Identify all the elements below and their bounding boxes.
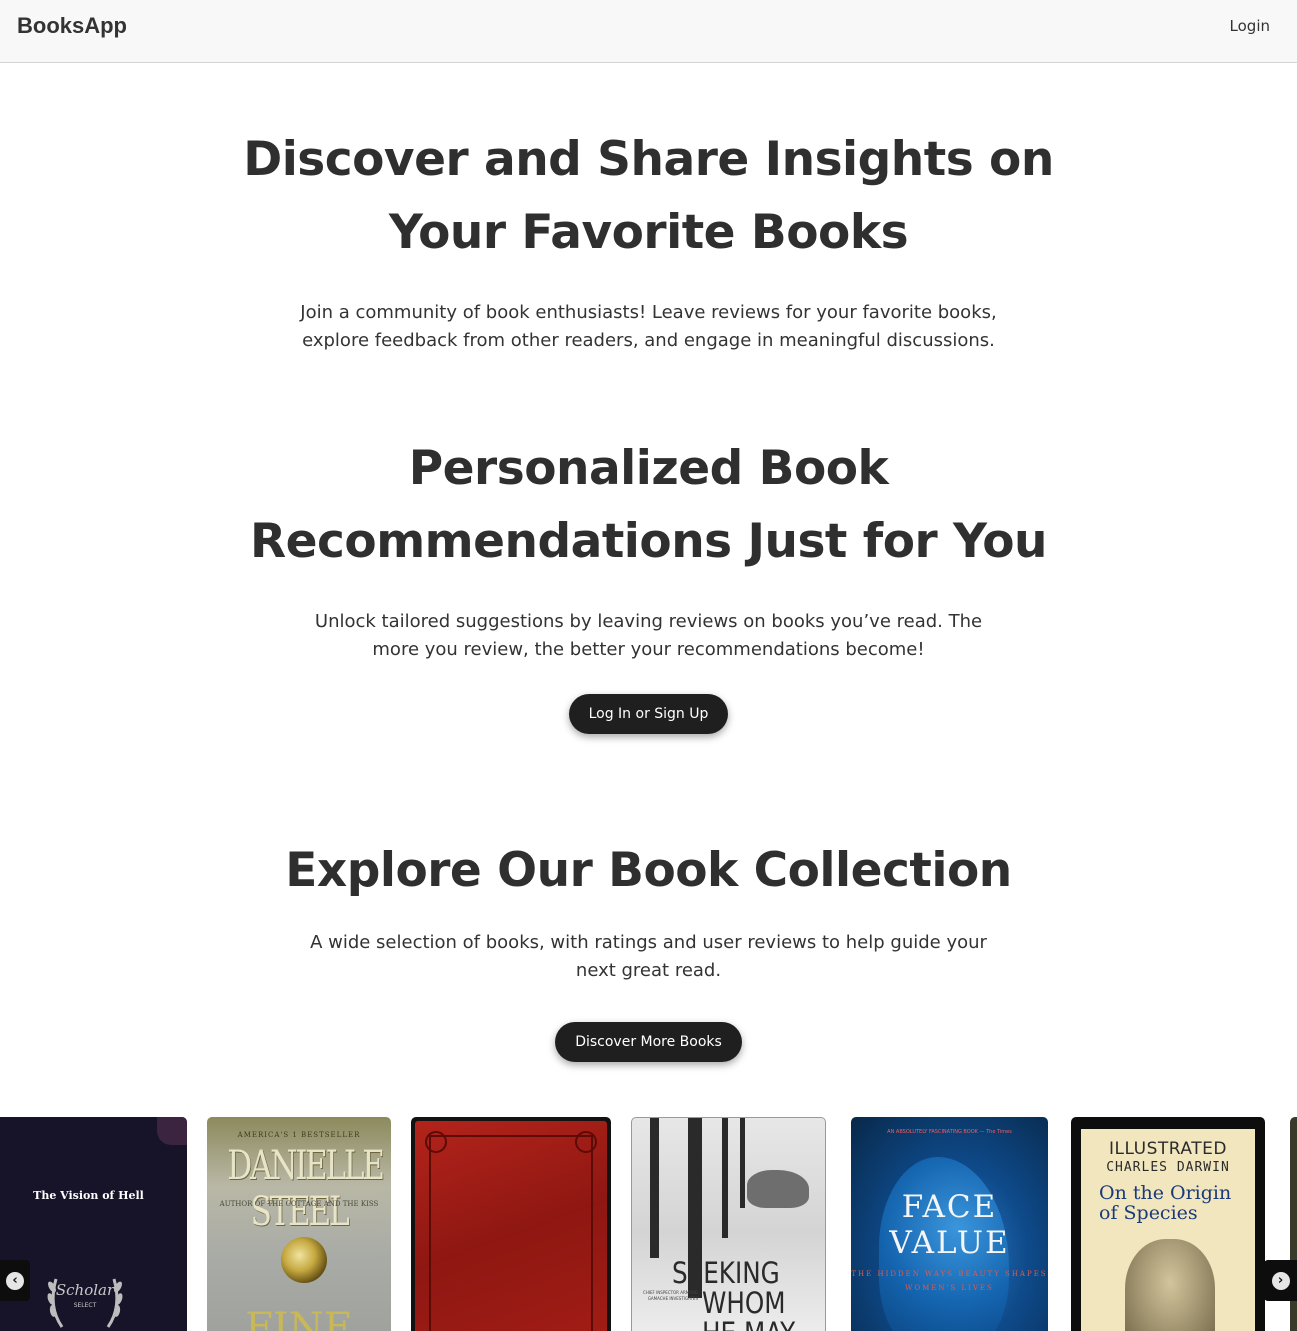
cover-title-line-2: VALUE [889,1225,1010,1261]
cover-title-line-1: SEEKING [672,1256,780,1290]
recommendations-headline: Personalized Book Recommendations Just f… [249,441,1048,569]
book-cover-face-value[interactable]: AN ABSOLUTELY FASCINATING BOOK — The Tim… [851,1117,1048,1331]
cover-subtitle: THE HIDDEN WAYS BEAUTY SHAPES WOMEN'S LI… [851,1270,1048,1292]
ornament-icon [425,1131,447,1153]
ornament-icon [575,1131,597,1153]
hero-headline: Discover and Share Insights on Your Favo… [243,132,1054,260]
login-link[interactable]: Login [1230,17,1270,35]
recommendations-section: Personalized Book Recommendations Just f… [0,432,1297,664]
login-signup-button[interactable]: Log In or Sign Up [568,694,729,734]
collection-headline: Explore Our Book Collection [285,843,1012,898]
collection-lead: A wide selection of books, with ratings … [310,932,987,981]
carousel-prev-button[interactable]: ‹ [0,1260,30,1301]
discover-more-wrap: Discover More Books [0,1022,1297,1062]
cover-leather [415,1121,607,1331]
cover-corner [157,1117,187,1145]
wolf-figure [747,1170,809,1208]
chevron-right-circle-icon: › [1271,1271,1290,1290]
cover-tagline: AN ABSOLUTELY FASCINATING BOOK — The Tim… [887,1129,1012,1135]
cover-title-line-1: FACE [901,1189,998,1225]
seal-text-2: SELECT [74,1302,97,1309]
hero-section: Discover and Share Insights on Your Favo… [0,123,1297,355]
discover-more-button[interactable]: Discover More Books [555,1022,742,1062]
cover-tagline: AMERICA'S 1 BESTSELLER [237,1131,361,1139]
cover-author: CHARLES DARWIN [1106,1160,1230,1175]
book-cover-red-leather[interactable] [411,1117,611,1331]
seal-text-1: Scholar [56,1281,115,1299]
cover-frame [429,1135,593,1331]
hero-lead: Join a community of book enthusiasts! Le… [300,302,997,351]
cover-subtitle: AUTHOR OF THE COTTAGE AND THE KISS [219,1200,379,1208]
cover-title-line-3: HE MAY [702,1316,795,1331]
laurel-seal-icon: Scholar SELECT [47,1278,123,1328]
brand-logo[interactable]: BooksApp [17,13,127,39]
tree-trunk [740,1118,745,1208]
cover-series-text: CHIEF INSPECTOR ARMAND GAMACHE INVESTIGA… [643,1290,698,1301]
cover-page: ILLUSTRATED CHARLES DARWIN On the Origin… [1081,1129,1255,1331]
login-signup-wrap: Log In or Sign Up [0,694,1297,734]
darwin-portrait [1125,1239,1215,1331]
navbar: BooksApp Login [0,0,1297,63]
cover-title: FINE [245,1305,353,1331]
cover-title-line-2: of Species [1099,1202,1198,1224]
gold-ring-icon [281,1237,327,1283]
recommendations-lead: Unlock tailored suggestions by leaving r… [314,611,983,660]
cover-author: DANIELLE STEEL [227,1143,385,1235]
tree-trunk [650,1118,659,1258]
cover-title-line-2: WHOM [702,1286,786,1320]
cover-title: The Vision of Hell [33,1189,144,1202]
book-cover-fine-things[interactable]: AMERICA'S 1 BESTSELLER DANIELLE STEEL AU… [207,1117,391,1331]
chevron-left-circle-icon: ‹ [6,1271,24,1290]
collection-section: Explore Our Book Collection A wide selec… [0,834,1297,985]
cover-title-line-1: On the Origin [1099,1182,1232,1204]
book-cover-origin-of-species[interactable]: ILLUSTRATED CHARLES DARWIN On the Origin… [1071,1117,1265,1331]
carousel-next-button[interactable]: › [1264,1260,1297,1301]
tree-trunk [722,1118,728,1238]
book-cover-seeking-whom[interactable]: CHIEF INSPECTOR ARMAND GAMACHE INVESTIGA… [631,1117,826,1331]
book-carousel: The Vision of Hell Scholar SELECT AMERIC… [0,1117,1297,1331]
cover-label: ILLUSTRATED [1109,1139,1227,1159]
